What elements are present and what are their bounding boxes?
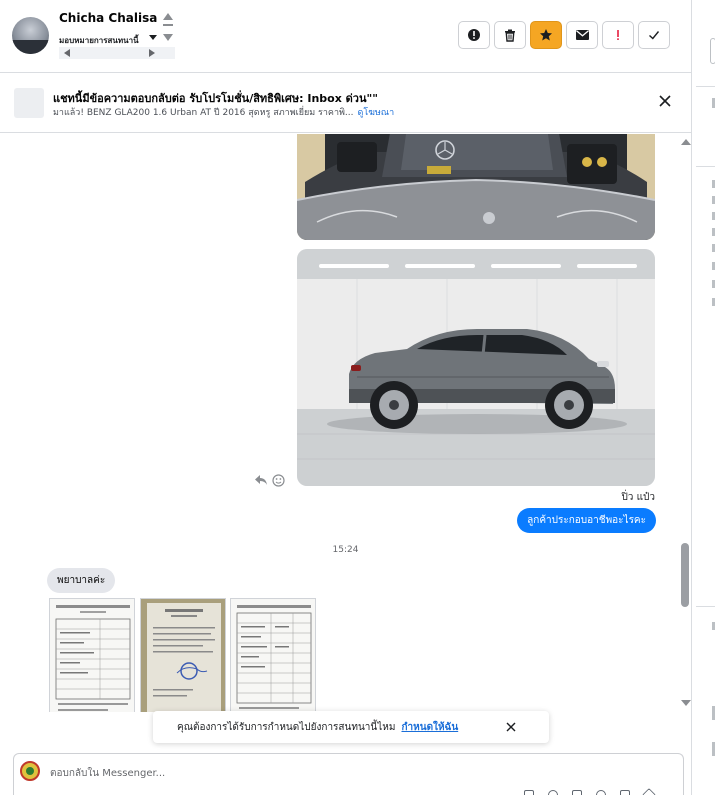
envelope-icon [575, 30, 589, 40]
close-icon[interactable] [656, 92, 674, 110]
message-scrollbar[interactable] [677, 134, 691, 712]
reply-icon[interactable] [254, 474, 268, 486]
outgoing-message-bubble[interactable]: ลูกค้าประกอบอาชีพอะไรคะ [517, 508, 656, 533]
exclamation-circle-icon [468, 29, 480, 41]
document-photo-1[interactable] [49, 598, 135, 712]
smiley-react-icon[interactable] [272, 474, 285, 487]
inbox-conversation-panel: Chicha Chalisa มอบหมายการสนทนานี้ แชทนี้… [0, 0, 715, 795]
conversation-nav-divider [163, 24, 173, 26]
delete-button[interactable] [494, 21, 526, 49]
chevron-down-icon[interactable] [149, 35, 157, 40]
message-photo-car[interactable] [297, 249, 655, 486]
trash-icon [505, 29, 515, 42]
engine-bay-image [297, 134, 655, 240]
conversation-header: Chicha Chalisa มอบหมายการสนทนานี้ [0, 0, 691, 73]
reply-composer[interactable]: ตอบกลับใน Messenger... [13, 753, 684, 795]
scroll-down-arrow-icon[interactable] [681, 700, 691, 706]
message-photo-engine[interactable] [297, 134, 655, 240]
view-ad-link[interactable]: ดูโฆษณา [358, 108, 395, 118]
assign-to-me-link[interactable]: กำหนดให้ฉัน [401, 722, 458, 733]
exclamation-icon [617, 30, 619, 40]
incoming-message-bubble[interactable]: พยาบาลค่ะ [47, 568, 116, 593]
message-timestamp: 15:24 [332, 545, 359, 555]
flag-button[interactable] [602, 21, 634, 49]
assign-horizontal-scrollbar[interactable] [59, 47, 175, 59]
gif-icon[interactable] [620, 790, 630, 795]
mark-unread-button[interactable] [566, 21, 598, 49]
document-photo-2[interactable] [140, 598, 226, 712]
ad-context-banner: แชทนี้มีข้อความตอบกลับต่อ รับโปรโมชั่น/ส… [0, 74, 691, 133]
sticker-icon[interactable] [596, 790, 606, 795]
ad-thumbnail [14, 88, 44, 118]
form-document-image [50, 599, 134, 712]
table-document-image [231, 599, 315, 712]
image-icon[interactable] [572, 790, 582, 795]
document-photo-3[interactable] [230, 598, 316, 712]
scroll-right-arrow-icon[interactable] [149, 49, 155, 57]
scroll-up-arrow-icon[interactable] [681, 139, 691, 145]
composer-toolbar [524, 787, 684, 795]
emoji-icon[interactable] [548, 790, 558, 795]
car-side-image [297, 249, 655, 486]
message-thread: ปิ่ว แป๋ว ลูกค้าประกอบอาชีพอะไรคะ 15:24 … [0, 134, 691, 712]
reply-input[interactable]: ตอบกลับใน Messenger... [50, 766, 165, 781]
page-avatar [20, 761, 40, 781]
scroll-left-arrow-icon[interactable] [64, 49, 70, 57]
star-button[interactable] [530, 21, 562, 49]
star-icon [540, 29, 552, 41]
sender-name: ปิ่ว แป๋ว [621, 492, 655, 503]
right-side-panel-edge [691, 0, 715, 795]
assign-prompt: คุณต้องการได้รับการกำหนดไปยังการสนทนานี้… [177, 720, 458, 735]
assign-prompt-toast: คุณต้องการได้รับการกำหนดไปยังการสนทนานี้… [153, 711, 549, 743]
close-icon[interactable] [504, 720, 518, 734]
assign-conversation-dropdown[interactable]: มอบหมายการสนทนานี้ [59, 34, 139, 47]
ad-banner-subtitle-text: มาแล้ว! BENZ GLA200 1.6 Urban AT ปี 2016… [53, 108, 354, 118]
check-icon [649, 31, 660, 40]
assign-prompt-text: คุณต้องการได้รับการกำหนดไปยังการสนทนานี้… [177, 722, 396, 733]
contact-avatar[interactable] [12, 17, 49, 54]
report-spam-button[interactable] [458, 21, 490, 49]
previous-conversation-icon[interactable] [163, 13, 173, 20]
scrollbar-thumb[interactable] [681, 543, 689, 607]
attachment-icon[interactable] [524, 790, 534, 795]
mark-done-button[interactable] [638, 21, 670, 49]
contact-name[interactable]: Chicha Chalisa [59, 11, 157, 25]
send-icon[interactable] [641, 787, 657, 795]
ad-banner-subtitle: มาแล้ว! BENZ GLA200 1.6 Urban AT ปี 2016… [53, 105, 394, 119]
next-conversation-icon[interactable] [163, 34, 173, 41]
letter-document-image [141, 599, 225, 712]
